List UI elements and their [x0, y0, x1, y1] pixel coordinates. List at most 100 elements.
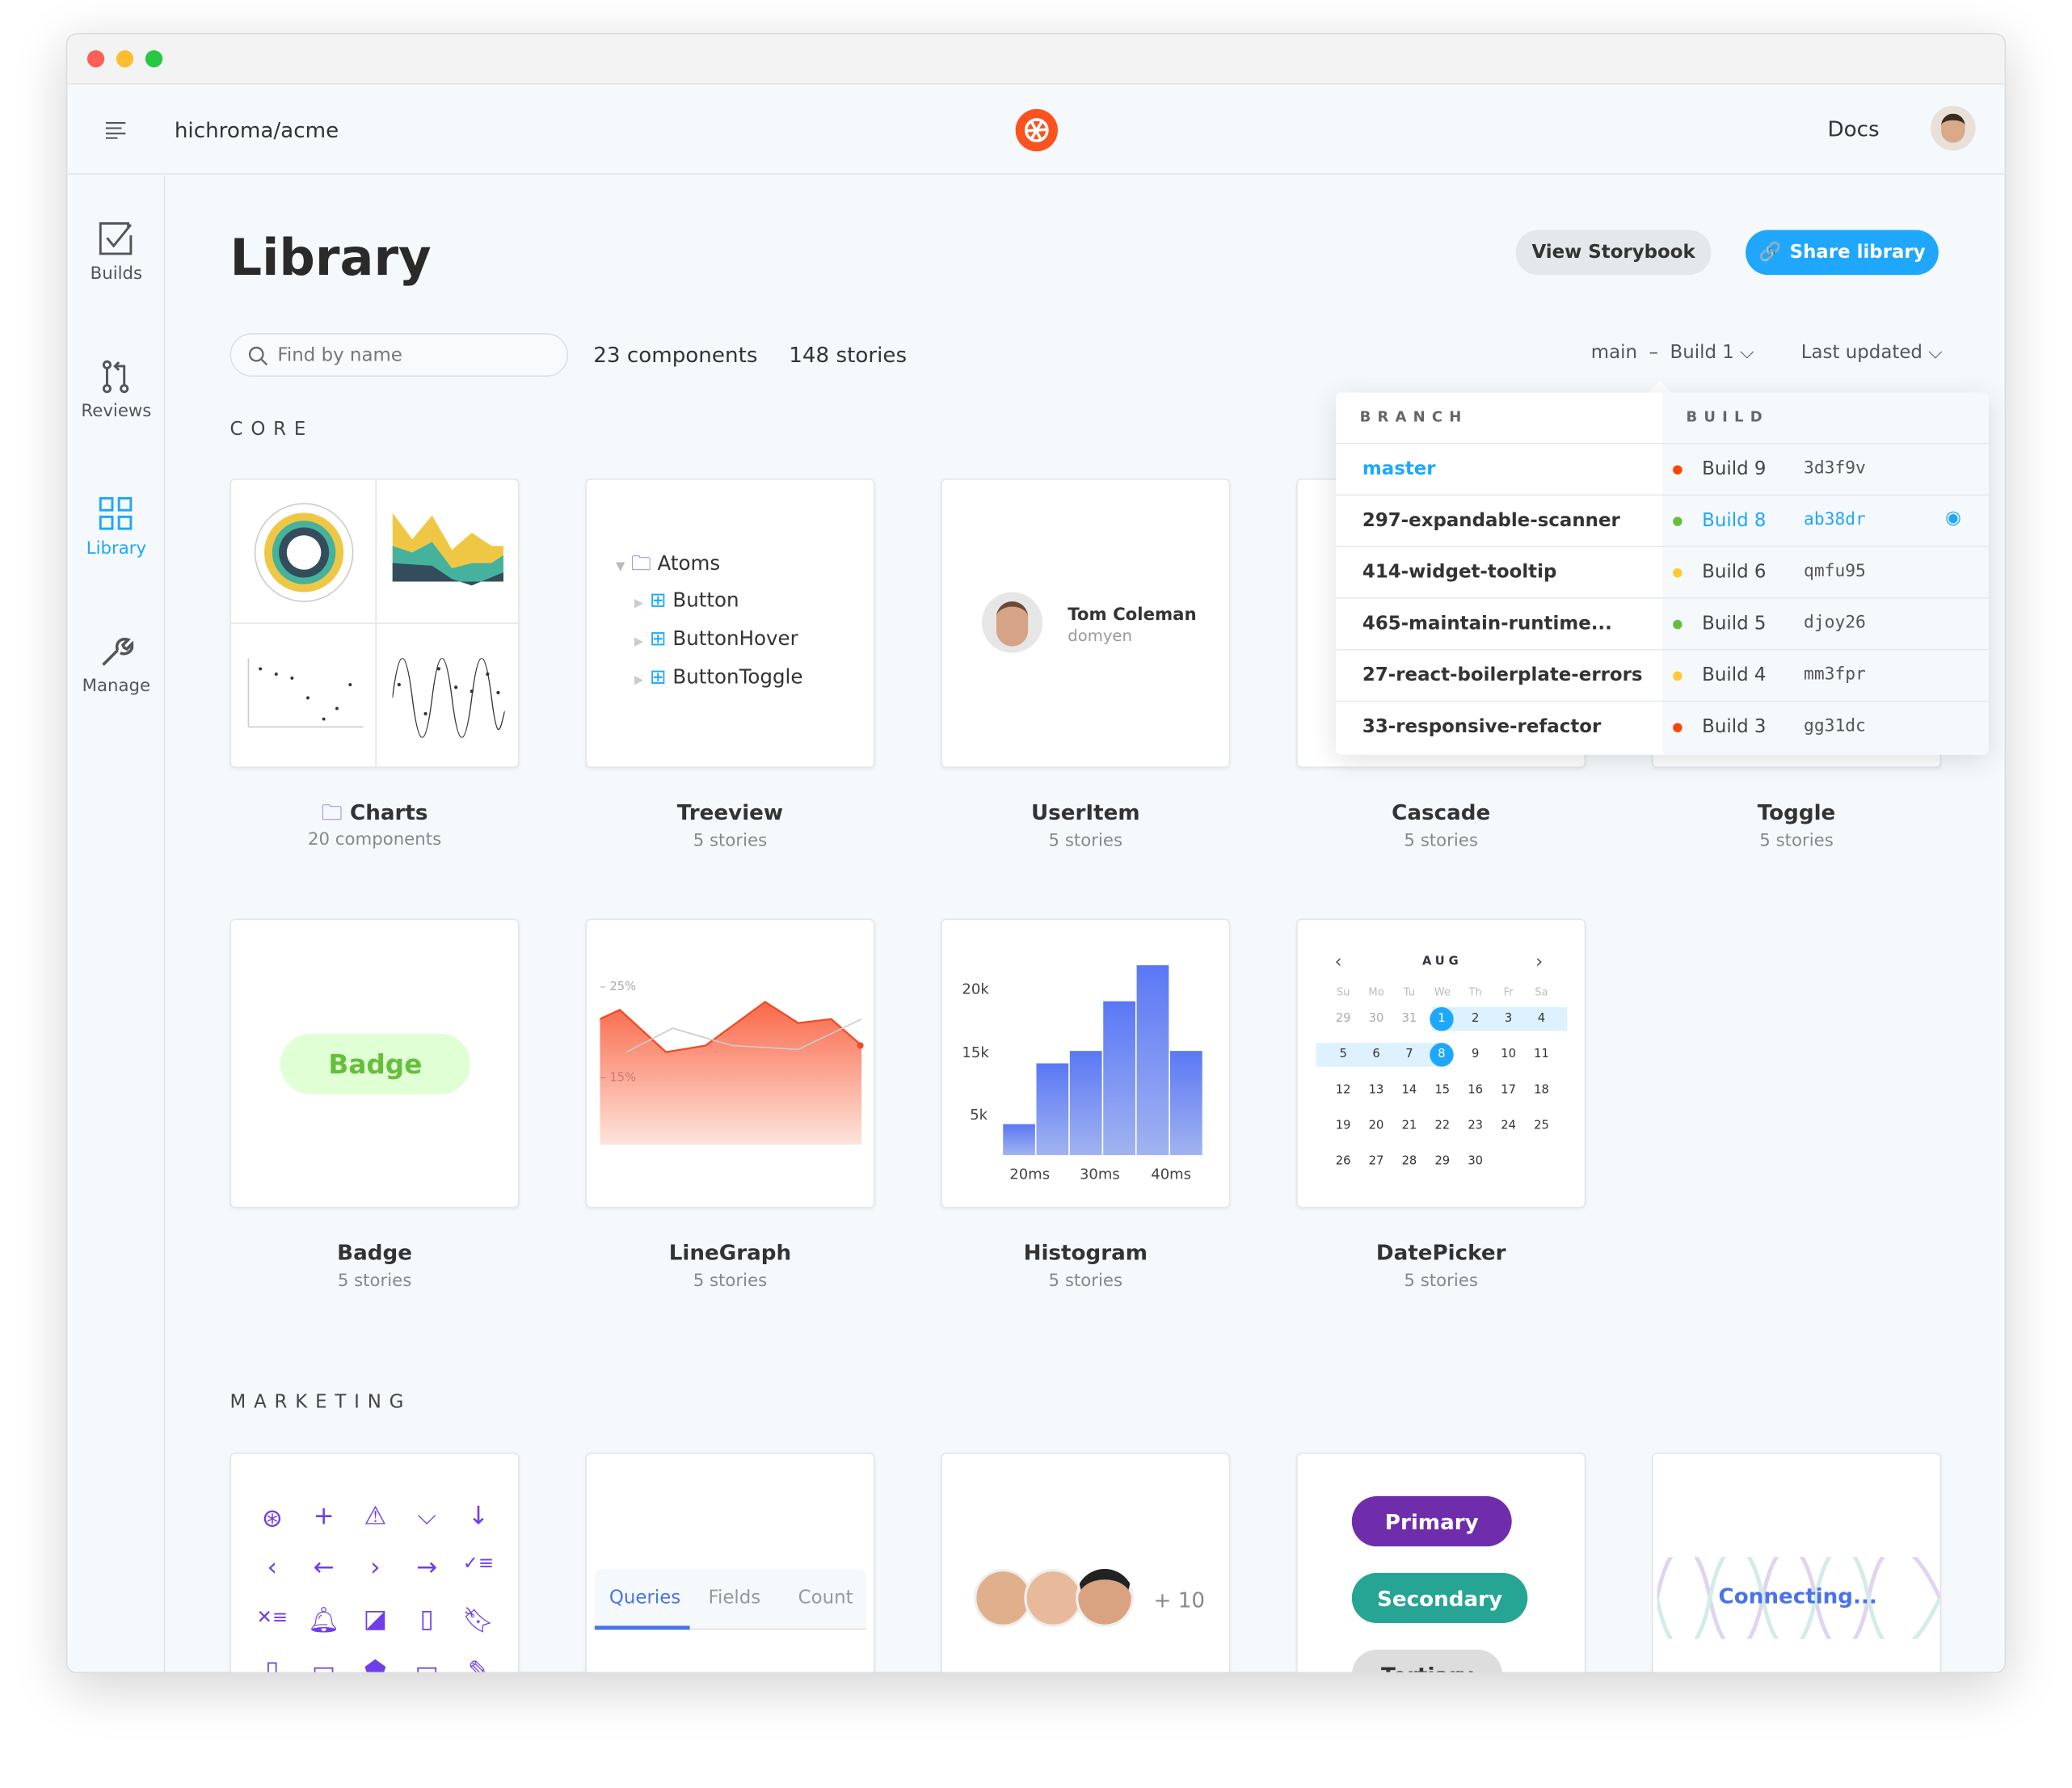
card-badge[interactable]: Badge — [230, 918, 520, 1208]
secondary-button[interactable]: Secondary — [1351, 1572, 1528, 1624]
card-charts[interactable] — [230, 478, 520, 769]
day-cell[interactable]: 21 — [1393, 1120, 1426, 1132]
card-title[interactable]: Histogram — [941, 1240, 1230, 1265]
day-cell[interactable]: 20 — [1360, 1120, 1393, 1132]
build-cell[interactable]: Build 9 3d3f9v — [1662, 444, 1989, 495]
sort-selector[interactable]: Last updated ⌵ — [1801, 343, 1943, 364]
minimize-window-button[interactable] — [116, 50, 134, 68]
day-cell[interactable]: 1 — [1430, 1007, 1454, 1031]
close-window-button[interactable] — [86, 50, 105, 68]
day-cell[interactable]: 31 — [1393, 1013, 1426, 1026]
card-tabs[interactable]: Queries Fields Count — [585, 1453, 875, 1672]
branch-name[interactable]: 465-maintain-runtime... — [1362, 614, 1612, 635]
branch-row[interactable]: 465-maintain-runtime... Build 5 djoy26 — [1336, 597, 1989, 649]
day-cell[interactable]: 3 — [1492, 1013, 1525, 1026]
branch-row[interactable]: 33-responsive-refactor Build 3 gg31dc — [1336, 700, 1989, 753]
day-cell[interactable]: 29 — [1426, 1155, 1459, 1168]
card-title[interactable]: DatePicker — [1296, 1240, 1586, 1265]
day-cell[interactable]: 5 — [1327, 1048, 1360, 1061]
day-cell[interactable]: 12 — [1327, 1084, 1360, 1097]
day-cell[interactable]: 25 — [1525, 1120, 1558, 1132]
day-cell[interactable]: 13 — [1360, 1084, 1393, 1097]
tab-queries[interactable]: Queries — [609, 1588, 680, 1609]
card-avatar-list[interactable]: + 10 — [941, 1453, 1231, 1672]
sidebar-item-builds[interactable]: Builds — [67, 221, 165, 285]
build-cell[interactable]: Build 8 ab38dr ◉ — [1662, 495, 1989, 547]
card-treeview[interactable]: ▼ 🗀 Atoms ▶ ⊞ Button ▶ ⊞ ButtonHover ▶ ⊞… — [585, 478, 875, 769]
card-datepicker[interactable]: ‹ › AUG Su Mo Tu We Th Fr Sa 29 30 31 1 2 3 4 5 6 7 8 9 10 1… — [1296, 918, 1586, 1208]
card-title[interactable]: 🗀 Charts — [230, 799, 520, 834]
day-cell[interactable]: 6 — [1360, 1048, 1393, 1061]
chromatic-logo[interactable] — [1015, 108, 1059, 152]
day-cell[interactable]: 22 — [1426, 1120, 1459, 1132]
day-cell[interactable]: 30 — [1360, 1013, 1393, 1026]
card-useritem[interactable]: Tom Coleman domyen — [941, 478, 1231, 769]
day-cell[interactable]: 16 — [1459, 1084, 1492, 1097]
branch-name[interactable]: 297-expandable-scanner — [1362, 510, 1620, 531]
day-cell[interactable]: 18 — [1525, 1084, 1558, 1097]
build-cell[interactable]: Build 6 qmfu95 — [1662, 547, 1989, 599]
day-cell[interactable]: 14 — [1393, 1084, 1426, 1097]
card-title[interactable]: Toggle — [1652, 799, 1941, 824]
tree-node-atoms[interactable]: ▼ 🗀 Atoms — [616, 550, 720, 583]
day-cell[interactable]: 26 — [1327, 1155, 1360, 1168]
day-cell[interactable]: 28 — [1393, 1155, 1426, 1168]
branch-row[interactable]: 27-react-boilerplate-errors Build 4 mm3f… — [1336, 648, 1989, 702]
tab-count[interactable]: Count — [798, 1588, 853, 1609]
branch-row[interactable]: 297-expandable-scanner Build 8 ab38dr ◉ — [1336, 494, 1989, 547]
day-cell[interactable]: 27 — [1360, 1155, 1393, 1168]
view-storybook-button[interactable]: View Storybook — [1515, 230, 1712, 276]
maximize-window-button[interactable] — [145, 50, 163, 68]
card-buttons[interactable]: Primary Secondary Tertiary — [1296, 1453, 1586, 1672]
branch-row[interactable]: 414-widget-tooltip Build 6 qmfu95 — [1336, 546, 1989, 597]
card-linegraph[interactable]: – 25% – 15% — [585, 918, 875, 1208]
card-title[interactable]: Badge — [230, 1240, 520, 1265]
day-cell[interactable]: 10 — [1492, 1048, 1525, 1061]
day-cell[interactable]: 29 — [1327, 1013, 1360, 1026]
card-title[interactable]: Cascade — [1296, 799, 1586, 824]
card-title[interactable]: Treeview — [585, 799, 874, 824]
menu-icon[interactable] — [105, 121, 127, 139]
tab-fields[interactable]: Fields — [708, 1588, 760, 1609]
card-title[interactable]: LineGraph — [585, 1240, 874, 1265]
card-histogram[interactable]: 20k 15k 5k 20ms 30ms 40ms — [941, 918, 1231, 1208]
sidebar-item-library[interactable]: Library — [67, 496, 165, 559]
tree-node-buttonhover[interactable]: ▶ ⊞ ButtonHover — [634, 626, 798, 650]
tree-node-button[interactable]: ▶ ⊞ Button — [634, 588, 739, 612]
day-cell[interactable]: 11 — [1525, 1048, 1558, 1061]
day-cell[interactable]: 15 — [1426, 1084, 1459, 1097]
sidebar-item-manage[interactable]: Manage — [67, 635, 165, 697]
day-cell[interactable]: 4 — [1525, 1013, 1558, 1026]
day-cell[interactable]: 9 — [1459, 1048, 1492, 1061]
branch-name[interactable]: 27-react-boilerplate-errors — [1362, 665, 1643, 686]
day-cell[interactable]: 7 — [1393, 1048, 1426, 1061]
card-title[interactable]: UserItem — [941, 799, 1230, 824]
card-icons[interactable]: ⊛ + ⚠ ⌵ ↓ ‹ ← › → ✓≡ ✕≡ 🔔︎ ◪ ▯ 🔖︎ ▯ ▭ ⬟ ▭ ✎ — [230, 1453, 520, 1672]
share-library-button[interactable]: 🔗 Share library — [1746, 230, 1939, 276]
docs-link[interactable]: Docs — [1827, 116, 1879, 141]
tertiary-button[interactable]: Tertiary — [1351, 1649, 1503, 1672]
branch-name[interactable]: 33-responsive-refactor — [1362, 716, 1601, 737]
day-cell[interactable]: 30 — [1459, 1155, 1492, 1168]
branch-name[interactable]: 414-widget-tooltip — [1362, 562, 1556, 583]
search-input[interactable]: Find by name — [230, 333, 569, 377]
eye-icon[interactable]: ◉ — [1945, 508, 1961, 529]
day-cell[interactable]: 24 — [1492, 1120, 1525, 1132]
day-cell[interactable]: 8 — [1430, 1043, 1454, 1067]
day-cell[interactable]: 17 — [1492, 1084, 1525, 1097]
branch-name[interactable]: master — [1362, 458, 1436, 479]
day-cell[interactable]: 19 — [1327, 1120, 1360, 1132]
repo-name[interactable]: hichroma/acme — [175, 118, 339, 143]
user-avatar[interactable] — [1931, 105, 1976, 151]
primary-button[interactable]: Primary — [1351, 1496, 1512, 1547]
day-cell[interactable]: 2 — [1459, 1013, 1492, 1026]
tree-node-buttontoggle[interactable]: ▶ ⊞ ButtonToggle — [634, 665, 803, 689]
day-cell[interactable]: 23 — [1459, 1120, 1492, 1132]
build-cell[interactable]: Build 5 djoy26 — [1662, 599, 1989, 651]
card-connecting[interactable]: Connecting... — [1652, 1453, 1942, 1672]
build-cell[interactable]: Build 4 mm3fpr — [1662, 651, 1989, 702]
build-cell[interactable]: Build 3 gg31dc — [1662, 702, 1989, 753]
branch-row[interactable]: master Build 9 3d3f9v — [1336, 442, 1989, 495]
branch-build-selector[interactable]: main – Build 1 ⌵ — [1591, 343, 1754, 364]
sidebar-item-reviews[interactable]: Reviews — [67, 360, 165, 422]
